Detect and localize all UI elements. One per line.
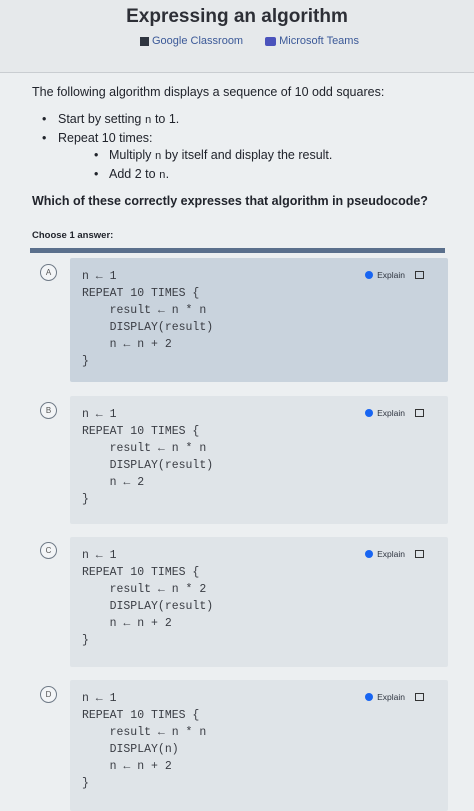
var-n: n [159,170,166,182]
option-a-letter: A [45,268,52,277]
page-header: Expressing an algorithm Google Classroom… [0,0,474,73]
microsoft-teams-icon [265,36,277,46]
option-a-code: n ← 1 REPEAT 10 TIMES { result ← n * n D… [82,270,214,368]
question-prompt: Which of these correctly expresses that … [32,194,428,208]
option-b-radio[interactable]: B [40,402,57,419]
share-links: Google Classroom Microsoft Teams [140,35,400,47]
step-2-text: Repeat 10 times: [58,131,153,145]
explain-label: Explain [377,270,405,280]
sub-step-2-text: Add 2 to [109,167,160,181]
choose-label: Choose 1 answer: [32,230,114,241]
copy-icon[interactable] [415,271,424,279]
microsoft-teams-label: Microsoft Teams [279,35,359,47]
option-c[interactable]: n ← 1 REPEAT 10 TIMES { result ← n * 2 D… [70,537,448,667]
option-c-radio[interactable]: C [40,542,57,559]
option-b[interactable]: n ← 1 REPEAT 10 TIMES { result ← n * n D… [70,396,448,524]
explain-label: Explain [377,692,405,702]
option-d-radio[interactable]: D [40,686,57,703]
page-title: Expressing an algorithm [126,6,348,27]
lightbulb-icon [365,409,374,417]
copy-icon[interactable] [415,693,424,701]
option-b-code: n ← 1 REPEAT 10 TIMES { result ← n * n D… [82,408,214,506]
option-b-explain-button[interactable]: Explain [365,408,424,418]
copy-icon[interactable] [415,550,424,558]
sub-steps: Multiply n by itself and display the res… [58,147,452,185]
sub-step-2-suffix: . [165,167,170,181]
sub-step-1-suffix: by itself and display the result. [161,148,333,162]
algorithm-steps: Start by setting n to 1. Repeat 10 times… [32,111,452,185]
step-1: Start by setting n to 1. [32,111,452,130]
google-classroom-link[interactable]: Google Classroom [140,35,243,47]
option-d-explain-button[interactable]: Explain [365,692,424,702]
microsoft-teams-link[interactable]: Microsoft Teams [265,35,359,47]
copy-icon[interactable] [415,409,424,417]
step-2: Repeat 10 times: Multiply n by itself an… [32,130,452,185]
question-body: The following algorithm displays a seque… [32,84,452,185]
lightbulb-icon [365,550,374,558]
option-c-code: n ← 1 REPEAT 10 TIMES { result ← n * 2 D… [82,549,214,647]
step-1-suffix: to 1. [151,112,180,126]
option-d-code: n ← 1 REPEAT 10 TIMES { result ← n * n D… [82,692,207,790]
sub-step-2: Add 2 to n. [58,166,452,185]
lightbulb-icon [365,271,374,279]
lightbulb-icon [365,693,374,701]
sub-step-1-text: Multiply [109,148,155,162]
step-1-text: Start by setting [58,112,145,126]
explain-label: Explain [377,549,405,559]
option-a[interactable]: n ← 1 REPEAT 10 TIMES { result ← n * n D… [70,258,448,382]
option-c-explain-button[interactable]: Explain [365,549,424,559]
question-intro: The following algorithm displays a seque… [32,85,385,99]
option-d-letter: D [45,690,52,699]
option-b-letter: B [45,406,52,415]
sub-step-1: Multiply n by itself and display the res… [58,147,452,166]
google-classroom-label: Google Classroom [152,35,244,47]
option-c-letter: C [45,546,52,555]
option-a-radio[interactable]: A [40,264,57,281]
google-classroom-icon [140,36,149,46]
option-d[interactable]: n ← 1 REPEAT 10 TIMES { result ← n * n D… [70,680,448,811]
option-a-explain-button[interactable]: Explain [365,270,424,280]
explain-label: Explain [377,408,405,418]
options-divider [30,248,445,253]
